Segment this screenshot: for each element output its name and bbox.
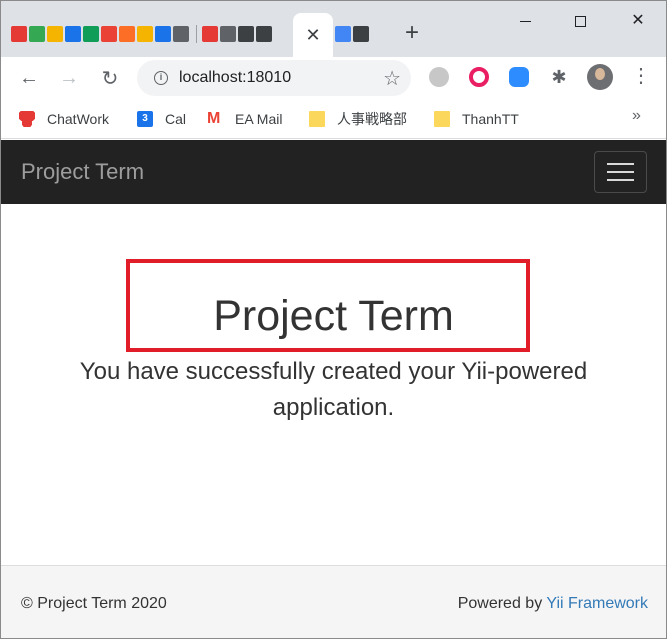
lead-text: You have successfully created your Yii-p… [79, 358, 588, 421]
tab-strip: ✕ + ✕ [1, 1, 666, 57]
page-title: Project Term [213, 292, 454, 340]
address-bar[interactable]: i localhost:18010 ☆ [137, 60, 411, 96]
back-button[interactable]: ← [16, 65, 42, 91]
chatwork-icon [19, 111, 35, 127]
hamburger-icon [607, 163, 634, 165]
bookmark-label: 人事戦略部 [337, 111, 407, 127]
copyright-text: © Project Term 2020 [21, 595, 167, 612]
google-slides-tab-icon[interactable] [47, 26, 63, 42]
site-navbar: Project Term [1, 140, 666, 204]
minimize-icon [519, 20, 531, 22]
powered-by-text: Powered by [457, 595, 547, 612]
bookmark-star-icon[interactable]: ☆ [383, 66, 401, 91]
google-drive-tab-icon[interactable] [29, 26, 45, 42]
bookmark-cal[interactable]: 3 Cal [137, 109, 186, 129]
site-info-icon[interactable]: i [154, 71, 168, 85]
zoom-extension-icon[interactable] [509, 67, 529, 87]
tab-separator [196, 25, 197, 43]
calendar-icon: 3 [137, 111, 153, 127]
loading-tab-icon[interactable] [220, 26, 236, 42]
navbar-brand[interactable]: Project Term [21, 159, 144, 185]
bookmarks-bar: ChatWork 3 Cal M EA Mail 人事戦略部 ThanhTT » [1, 99, 666, 139]
bookmark-label: EA Mail [235, 111, 283, 127]
gmail-tab-icon[interactable] [101, 26, 117, 42]
yii-framework-link[interactable]: Yii Framework [546, 595, 648, 612]
robot-tab-icon[interactable] [353, 26, 369, 42]
robot-tab-icon[interactable] [238, 26, 254, 42]
maximize-icon [574, 15, 586, 27]
close-tab-icon[interactable]: ✕ [305, 26, 320, 44]
new-tab-button[interactable]: + [405, 21, 419, 45]
gmail-icon: M [207, 110, 221, 127]
jumbotron: Project Term You have successfully creat… [1, 204, 666, 565]
folder-icon [309, 111, 325, 127]
bookmark-label: ThanhTT [462, 111, 519, 127]
site-footer: © Project Term 2020 Powered by Yii Frame… [1, 565, 666, 638]
robot-tab-icon[interactable] [256, 26, 272, 42]
puzzle-extensions-icon[interactable]: ✱ [549, 67, 569, 87]
bookmark-folder-hr[interactable]: 人事戦略部 [309, 109, 407, 129]
command-extension-icon[interactable] [429, 67, 449, 87]
google-tab-icon[interactable] [335, 26, 351, 42]
browser-window: ✕ + ✕ ← → ↻ i localhost:18010 ☆ ✱ ⋮ Chat… [0, 0, 667, 639]
powered-by: Powered by Yii Framework [458, 595, 648, 613]
pinned-tabs [11, 21, 274, 47]
navbar-toggle-button[interactable] [594, 151, 647, 193]
folder-icon [434, 111, 450, 127]
profile-avatar[interactable] [587, 64, 613, 90]
loading-tab-icon[interactable] [202, 26, 218, 42]
eye-extension-icon[interactable] [469, 67, 489, 87]
loading-tab-icon[interactable] [173, 26, 189, 42]
bookmark-chatwork[interactable]: ChatWork [19, 109, 109, 129]
close-icon: ✕ [631, 12, 645, 29]
google-calendar-tab-icon[interactable] [155, 26, 171, 42]
active-tab[interactable]: ✕ [293, 13, 333, 57]
gitlab-tab-icon[interactable] [119, 26, 135, 42]
close-window-button[interactable]: ✕ [626, 9, 650, 33]
reload-button[interactable]: ↻ [97, 65, 123, 91]
url-text[interactable]: localhost:18010 [179, 69, 291, 87]
bookmark-label: Cal [165, 111, 187, 127]
google-slides-tab-icon[interactable] [137, 26, 153, 42]
google-drive-tab-icon[interactable] [65, 26, 81, 42]
browser-toolbar: ← → ↻ i localhost:18010 ☆ ✱ ⋮ [1, 57, 666, 99]
bookmark-folder-thanhtt[interactable]: ThanhTT [434, 109, 519, 129]
maximize-button[interactable] [568, 9, 592, 33]
browser-menu-icon[interactable]: ⋮ [631, 66, 651, 86]
google-sheets-tab-icon[interactable] [83, 26, 99, 42]
bookmark-label: ChatWork [47, 111, 109, 127]
more-bookmarks-button[interactable]: » [632, 107, 641, 125]
chatwork-tab-icon[interactable] [11, 26, 27, 42]
bookmark-ea-mail[interactable]: M EA Mail [207, 109, 282, 129]
minimize-button[interactable] [513, 9, 537, 33]
forward-button[interactable]: → [56, 65, 82, 91]
tabs-after-active [335, 21, 371, 47]
